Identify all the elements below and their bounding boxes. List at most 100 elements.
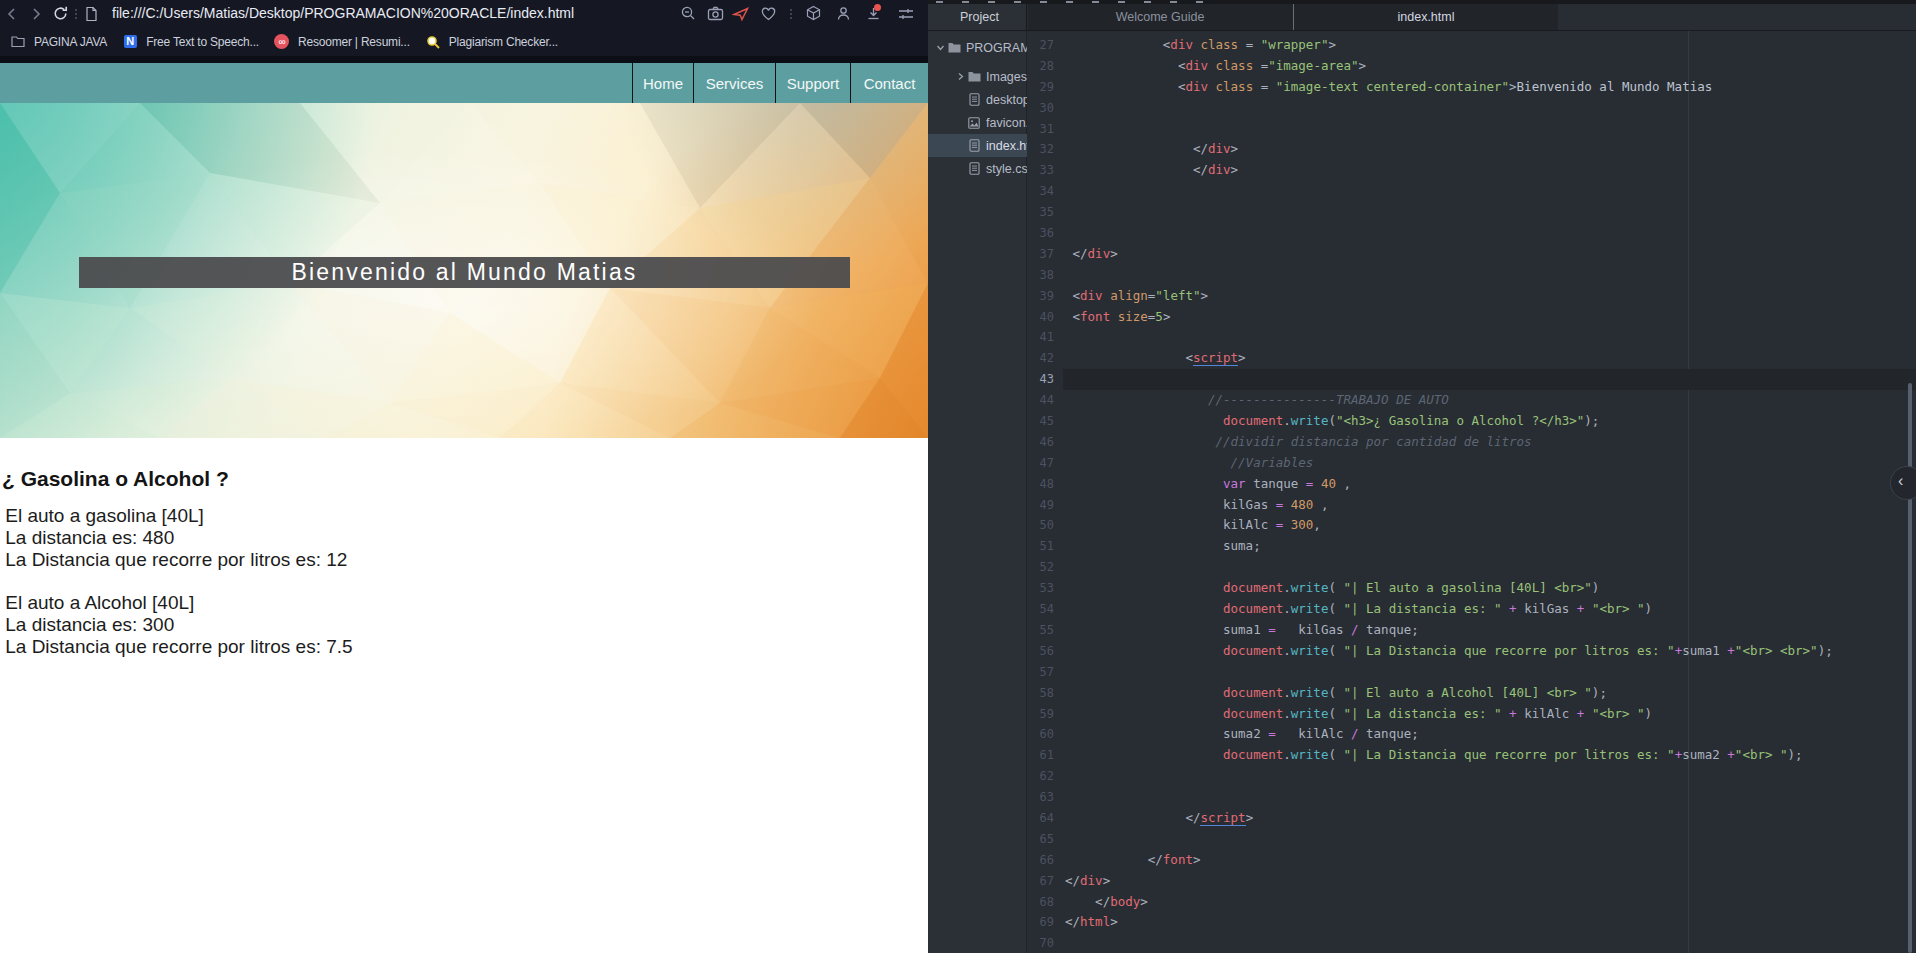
code-line-43[interactable]: 43 — [1028, 369, 1916, 390]
line-number: 68 — [1028, 892, 1054, 913]
tree-item-stylecss[interactable]: style.css — [928, 157, 1027, 180]
code-line-54[interactable]: 54 document.write( "| La distancia es: "… — [1028, 599, 1916, 620]
code-text: var tanque = 40 , — [1063, 474, 1916, 495]
tab-welcome-guide[interactable]: Welcome Guide — [1028, 4, 1292, 30]
snapshot-camera-icon[interactable] — [705, 0, 725, 27]
code-text: </div> — [1063, 139, 1916, 160]
code-line-56[interactable]: 56 document.write( "| La Distancia que r… — [1028, 641, 1916, 662]
web-page: HomeServicesSupportContact — [0, 63, 928, 953]
code-line-51[interactable]: 51 suma; — [1028, 536, 1916, 557]
code-line-46[interactable]: 46 //dividir distancia por cantidad de l… — [1028, 432, 1916, 453]
code-line-27[interactable]: 27 <div class = "wrapper"> — [1028, 35, 1916, 56]
code-text: </font> — [1063, 850, 1916, 871]
code-line-34[interactable]: 34 — [1028, 181, 1916, 202]
project-panel-title: Project — [960, 4, 999, 30]
settings-tune-icon[interactable] — [896, 0, 916, 27]
line-number: 48 — [1028, 474, 1054, 495]
back-icon[interactable] — [2, 0, 22, 27]
tree-item-favicon[interactable]: favicon. — [928, 111, 1027, 134]
code-line-57[interactable]: 57 — [1028, 662, 1916, 683]
code-line-38[interactable]: 38 — [1028, 265, 1916, 286]
profile-person-icon[interactable] — [833, 0, 853, 27]
project-panel-header[interactable]: Project — [928, 4, 1027, 30]
code-line-69[interactable]: 69</html> — [1028, 912, 1916, 933]
page-line: | La Distancia que recorre por litros es… — [0, 636, 928, 658]
code-line-37[interactable]: 37 </div> — [1028, 244, 1916, 265]
bookmark-item[interactable]: ∞Resoomer | Resumi... — [274, 34, 410, 50]
line-number: 43 — [1028, 369, 1054, 390]
tree-item-program[interactable]: PROGRAM — [928, 36, 1027, 59]
code-line-68[interactable]: 68 </body> — [1028, 892, 1916, 913]
code-line-55[interactable]: 55 suma1 = kilGas / tanque; — [1028, 620, 1916, 641]
zoom-out-icon[interactable] — [678, 0, 698, 27]
page-line: | La Distancia que recorre por litros es… — [0, 549, 928, 571]
code-text: </body> — [1063, 892, 1916, 913]
bookmark-item[interactable]: PAGINA JAVA — [10, 34, 107, 50]
code-line-48[interactable]: 48 var tanque = 40 , — [1028, 474, 1916, 495]
chevron-down-icon[interactable] — [933, 43, 947, 52]
tree-item-indexht[interactable]: index.ht — [928, 134, 1027, 157]
code-line-70[interactable]: 70 — [1028, 933, 1916, 953]
line-number: 50 — [1028, 515, 1054, 536]
code-line-50[interactable]: 50 kilAlc = 300, — [1028, 515, 1916, 536]
code-line-30[interactable]: 30 — [1028, 98, 1916, 119]
line-number: 30 — [1028, 98, 1054, 119]
nav-item-contact[interactable]: Contact — [850, 63, 928, 103]
chevron-left-icon: ‹ — [1898, 472, 1903, 490]
code-line-52[interactable]: 52 — [1028, 557, 1916, 578]
code-editor[interactable]: 27 <div class = "wrapper">28 <div class … — [1028, 31, 1916, 953]
nav-item-services[interactable]: Services — [693, 63, 775, 103]
code-line-53[interactable]: 53 document.write( "| El auto a gasolina… — [1028, 578, 1916, 599]
send-flow-icon[interactable] — [731, 0, 751, 27]
code-line-32[interactable]: 32 </div> — [1028, 139, 1916, 160]
url-bar[interactable]: file:///C:/Users/Matias/Desktop/PROGRAMA… — [112, 0, 574, 27]
code-line-31[interactable]: 31 — [1028, 119, 1916, 140]
extensions-cube-icon[interactable] — [803, 0, 823, 27]
code-line-67[interactable]: 67</div> — [1028, 871, 1916, 892]
nav-item-home[interactable]: Home — [632, 63, 693, 103]
code-line-64[interactable]: 64 </script> — [1028, 808, 1916, 829]
bookmark-item[interactable]: Plagiarism Checker... — [425, 34, 558, 50]
line-number: 65 — [1028, 829, 1054, 850]
code-line-61[interactable]: 61 document.write( "| La Distancia que r… — [1028, 745, 1916, 766]
code-line-35[interactable]: 35 — [1028, 202, 1916, 223]
chevron-right-icon[interactable] — [953, 72, 967, 81]
collapse-toggle-button[interactable]: ‹ — [1890, 466, 1916, 500]
code-line-65[interactable]: 65 — [1028, 829, 1916, 850]
code-line-33[interactable]: 33 </div> — [1028, 160, 1916, 181]
nav-item-support[interactable]: Support — [775, 63, 850, 103]
bookmark-item[interactable]: NFree Text to Speech... — [122, 34, 259, 50]
code-line-58[interactable]: 58 document.write( "| El auto a Alcohol … — [1028, 683, 1916, 704]
code-line-66[interactable]: 66 </font> — [1028, 850, 1916, 871]
code-line-40[interactable]: 40 <font size=5> — [1028, 307, 1916, 328]
code-line-63[interactable]: 63 — [1028, 787, 1916, 808]
code-line-62[interactable]: 62 — [1028, 766, 1916, 787]
image-icon — [967, 116, 981, 130]
code-line-41[interactable]: 41 — [1028, 327, 1916, 348]
download-icon[interactable] — [863, 0, 883, 27]
code-line-39[interactable]: 39 <div align="left"> — [1028, 286, 1916, 307]
tree-item-desktop[interactable]: desktop — [928, 88, 1027, 111]
code-line-45[interactable]: 45 document.write("<h3>¿ Gasolina o Alco… — [1028, 411, 1916, 432]
code-line-29[interactable]: 29 <div class = "image-text centered-con… — [1028, 77, 1916, 98]
favorites-heart-icon[interactable] — [758, 0, 778, 27]
line-number: 55 — [1028, 620, 1054, 641]
page-icon[interactable] — [81, 0, 101, 27]
line-number: 32 — [1028, 139, 1054, 160]
code-text: kilAlc = 300, — [1063, 515, 1916, 536]
code-text: document.write( "| El auto a Alcohol [40… — [1063, 683, 1916, 704]
file-icon — [967, 162, 981, 176]
code-line-59[interactable]: 59 document.write( "| La distancia es: "… — [1028, 704, 1916, 725]
code-line-60[interactable]: 60 suma2 = kilAlc / tanque; — [1028, 724, 1916, 745]
tree-item-images[interactable]: Images — [928, 65, 1027, 88]
line-number: 29 — [1028, 77, 1054, 98]
code-line-49[interactable]: 49 kilGas = 480 , — [1028, 495, 1916, 516]
tab-index-html[interactable]: index.html — [1293, 4, 1558, 30]
forward-icon[interactable] — [26, 0, 46, 27]
page-line — [0, 570, 928, 592]
code-line-42[interactable]: 42 <script> — [1028, 348, 1916, 369]
code-line-36[interactable]: 36 — [1028, 223, 1916, 244]
code-line-28[interactable]: 28 <div class ="image-area"> — [1028, 56, 1916, 77]
code-line-44[interactable]: 44 //---------------TRABAJO DE AUTO — [1028, 390, 1916, 411]
code-line-47[interactable]: 47 //Variables — [1028, 453, 1916, 474]
